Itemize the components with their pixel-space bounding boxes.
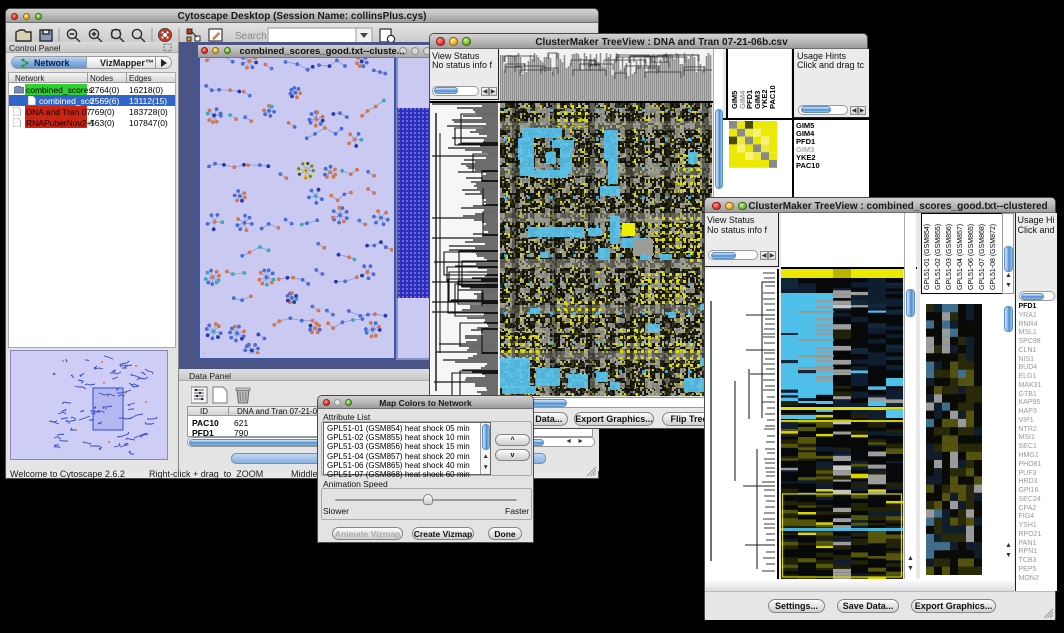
svg-text:Search:: Search:: [235, 31, 269, 42]
